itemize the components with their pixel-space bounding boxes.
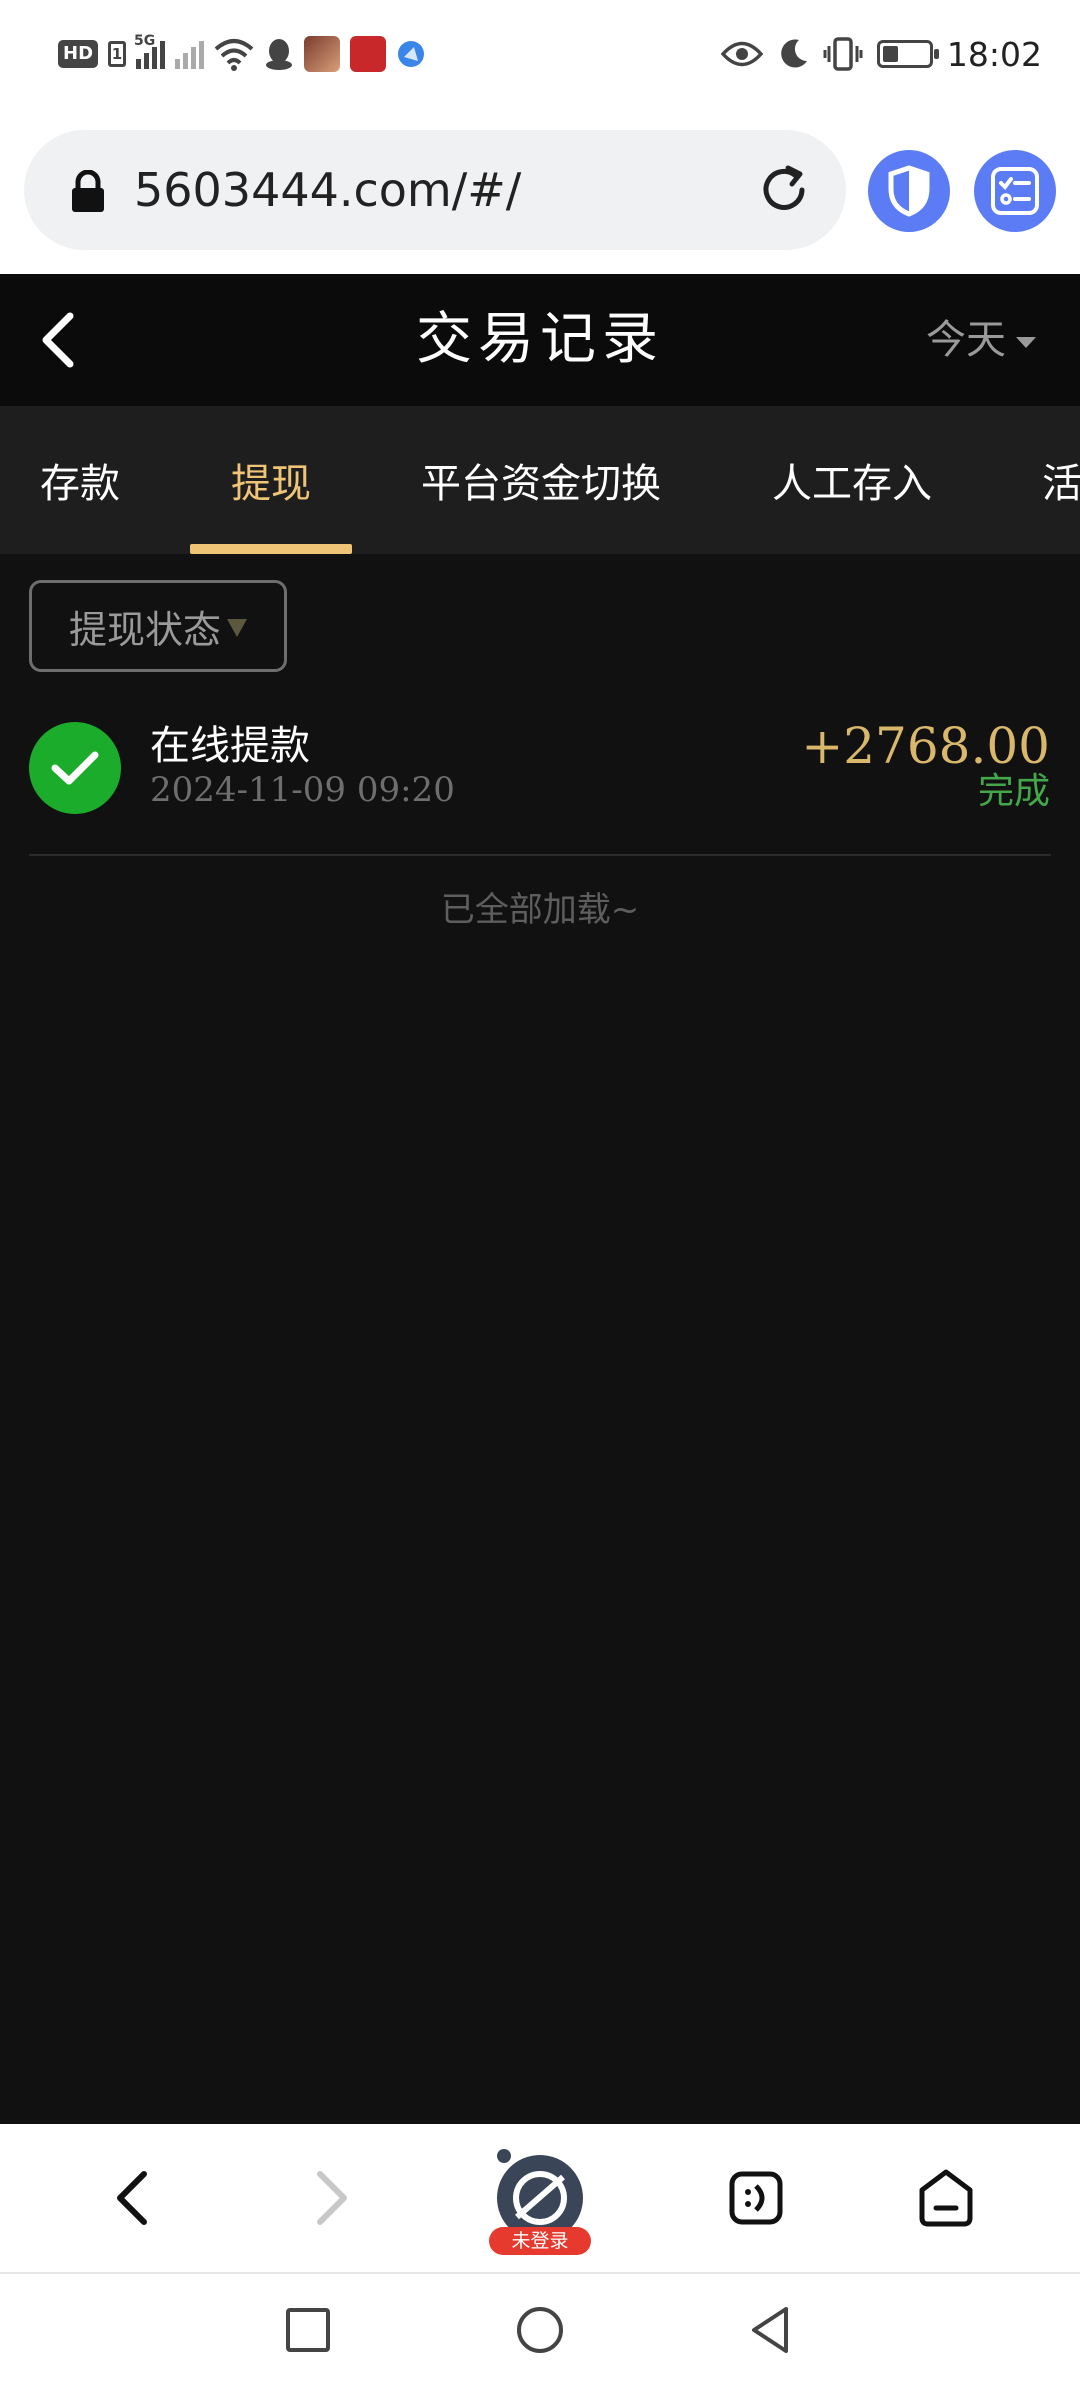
date-filter-label: 今天 [926,317,1006,363]
back-icon [752,2307,788,2353]
account-icon: 未登录 [489,2149,591,2255]
home-icon [517,2307,563,2353]
qq-icon [266,39,293,70]
tabs-icon [729,2171,783,2225]
account-button[interactable]: 未登录 [489,2124,591,2272]
sim-icon: 1 [108,41,127,67]
tab-deposit[interactable]: 存款 [40,406,120,554]
home-icon [919,2169,973,2227]
reload-icon[interactable] [754,160,814,220]
tab-bar: 存款 提现 平台资金切换 人工存入 活 [0,406,1080,554]
network-type: 5G [134,33,156,49]
app-icon [304,36,341,72]
hd-icon: HD [58,40,99,68]
eye-icon [720,41,763,67]
home-button[interactable] [914,2124,978,2272]
tasks-button[interactable] [974,150,1056,232]
record-status: 完成 [977,771,1050,812]
caret-down-icon [227,619,247,637]
chevron-down-icon [1016,336,1036,348]
clock: 18:02 [946,34,1042,74]
battery-icon [876,40,939,68]
browser-icon [398,41,425,67]
tab-activity[interactable]: 活 [1042,406,1080,554]
system-navigation-bar [0,2272,1080,2388]
system-home-button[interactable] [510,2300,570,2360]
status-right-icons: 18:02 [720,30,1042,78]
list-item[interactable]: 在线提款 2024-11-09 09:20 +2768.00 完成 [0,700,1080,856]
back-icon [117,2171,147,2225]
page-header: 交易记录 今天 [0,274,1080,406]
divider [29,854,1051,856]
nav-back-button[interactable] [100,2124,164,2272]
nav-forward-button[interactable] [300,2124,364,2272]
record-date: 2024-11-09 09:20 [150,770,455,810]
system-back-button[interactable] [740,2300,800,2360]
tab-platform-transfer[interactable]: 平台资金切换 [421,406,661,554]
page-title: 交易记录 [416,307,664,372]
app-icon [350,36,387,72]
shield-icon [888,165,930,217]
shield-button[interactable] [868,150,950,232]
tab-withdraw[interactable]: 提现 [231,406,311,554]
active-tab-indicator [190,544,352,554]
browser-bottom-bar: 未登录 [0,2124,1080,2272]
signal-off-icon [175,39,205,69]
forward-icon [317,2171,347,2225]
address-bar[interactable]: 5603444.com/#/ [24,130,846,250]
success-check-icon [29,722,121,814]
login-badge: 未登录 [489,2227,591,2255]
recents-icon [286,2308,330,2352]
browser-toolbar: 5603444.com/#/ [0,110,1080,274]
signal-icon: 5G [134,33,166,69]
lock-icon [72,170,104,212]
tab-manual-deposit[interactable]: 人工存入 [772,406,932,554]
moon-icon [781,39,807,68]
date-filter-dropdown[interactable]: 今天 [926,312,1036,368]
record-title: 在线提款 [150,723,310,769]
withdraw-status-filter[interactable]: 提现状态 [29,580,287,672]
filter-label: 提现状态 [68,607,221,652]
wifi-icon [214,39,254,71]
tasks-icon [991,167,1039,215]
status-left-icons: HD 1 5G [58,30,426,78]
list-end-text: 已全部加载~ [440,890,640,930]
status-bar: HD 1 5G 18:02 [0,0,1080,110]
vibrate-icon [823,37,863,71]
tabs-button[interactable] [725,2124,787,2272]
recents-button[interactable] [278,2300,338,2360]
url-text[interactable]: 5603444.com/#/ [134,160,521,220]
